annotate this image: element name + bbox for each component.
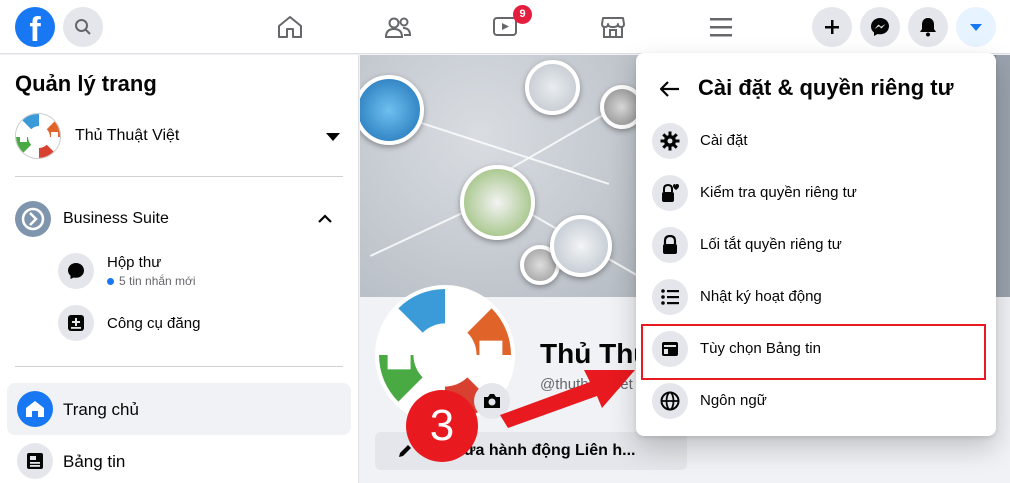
menu-item-privacy-shortcuts[interactable]: Lối tắt quyền riêng tư <box>644 219 988 271</box>
search-button[interactable] <box>63 7 103 47</box>
cover-edge <box>996 55 1010 297</box>
marketplace-icon <box>601 17 625 38</box>
menu-item-label: Cài đặt <box>700 132 748 149</box>
menu-item-label: Kiểm tra quyền riêng tư <box>700 184 857 201</box>
notifications-button[interactable] <box>908 7 948 47</box>
globe-icon <box>652 383 688 419</box>
list-icon <box>652 279 688 315</box>
messenger-icon <box>871 18 889 36</box>
page-switch-caret-icon[interactable] <box>326 133 340 141</box>
menu-item-language[interactable]: Ngôn ngữ <box>644 375 988 427</box>
nav-menu[interactable] <box>701 8 741 46</box>
back-button[interactable] <box>656 75 684 103</box>
chat-bubble-icon <box>68 263 84 279</box>
gear-icon <box>652 123 688 159</box>
top-navigation-bar: f 9 <box>0 0 1010 54</box>
sidebar-item-label: Bảng tin <box>63 452 126 471</box>
sidebar-item-home[interactable]: Trang chủ <box>7 383 351 435</box>
divider <box>15 366 343 367</box>
page-avatar[interactable] <box>15 113 61 159</box>
publishing-tools-button[interactable] <box>58 305 94 341</box>
home-icon <box>17 391 53 427</box>
inbox-meta-text: 5 tin nhắn mới <box>119 274 196 288</box>
cover-node <box>460 165 535 240</box>
arrow-left-icon <box>660 81 679 97</box>
cover-node <box>525 60 580 115</box>
page-logo-icon <box>16 114 60 158</box>
feed-icon <box>17 443 53 479</box>
manage-page-sidebar: Quản lý trang Thủ Thuật Việt Business Su… <box>0 55 359 483</box>
menu-item-label: Nhật ký hoạt động <box>700 288 822 305</box>
chevron-up-icon[interactable] <box>318 214 332 223</box>
business-suite-icon[interactable] <box>15 201 51 237</box>
nav-friends[interactable] <box>378 8 418 46</box>
page-name: Thủ Thuật Việt <box>75 127 180 144</box>
account-button[interactable] <box>956 7 996 47</box>
notifications-icon <box>920 18 936 37</box>
account-caret-icon <box>970 24 982 31</box>
divider <box>15 176 343 177</box>
cover-node <box>550 215 612 277</box>
lock-icon <box>652 227 688 263</box>
inbox-button[interactable] <box>58 253 94 289</box>
menu-item-label: Lối tắt quyền riêng tư <box>700 236 842 253</box>
business-suite-label[interactable]: Business Suite <box>63 210 169 228</box>
business-suite-logo-icon <box>21 207 45 231</box>
unread-dot <box>107 278 114 286</box>
publishing-tools-icon <box>68 315 84 331</box>
pencil-icon <box>399 445 411 457</box>
sidebar-item-feed[interactable]: Bảng tin <box>7 435 351 483</box>
menu-item-activity-log[interactable]: Nhật ký hoạt động <box>644 271 988 323</box>
home-icon <box>278 16 302 38</box>
publishing-tools-label[interactable]: Công cụ đăng <box>107 315 200 332</box>
step-marker: 3 <box>406 390 478 462</box>
sidebar-title: Quản lý trang <box>15 71 157 96</box>
plus-icon <box>825 20 839 34</box>
panel-title: Cài đặt & quyền riêng tư <box>698 75 954 100</box>
search-icon <box>75 19 91 35</box>
inbox-label[interactable]: Hộp thư <box>107 254 161 271</box>
inbox-meta: 5 tin nhắn mới <box>107 274 196 288</box>
menu-item-label: Ngôn ngữ <box>700 392 767 409</box>
annotation-arrow-icon <box>500 370 635 428</box>
nav-home[interactable] <box>270 8 310 46</box>
sidebar-item-label: Trang chủ <box>63 400 139 419</box>
facebook-logo[interactable]: f <box>15 7 55 47</box>
menu-item-privacy-checkup[interactable]: Kiểm tra quyền riêng tư <box>644 167 988 219</box>
create-button[interactable] <box>812 7 852 47</box>
cover-node <box>360 75 424 145</box>
lock-heart-icon <box>652 175 688 211</box>
menu-item-settings[interactable]: Cài đặt <box>644 115 988 167</box>
friends-icon <box>384 17 412 38</box>
edit-contact-action-label: sửa hành động Liên h... <box>455 442 636 459</box>
annotation-highlight-box <box>641 324 986 380</box>
watch-badge: 9 <box>513 5 532 24</box>
messenger-button[interactable] <box>860 7 900 47</box>
menu-icon <box>710 18 732 37</box>
nav-marketplace[interactable] <box>593 8 633 46</box>
